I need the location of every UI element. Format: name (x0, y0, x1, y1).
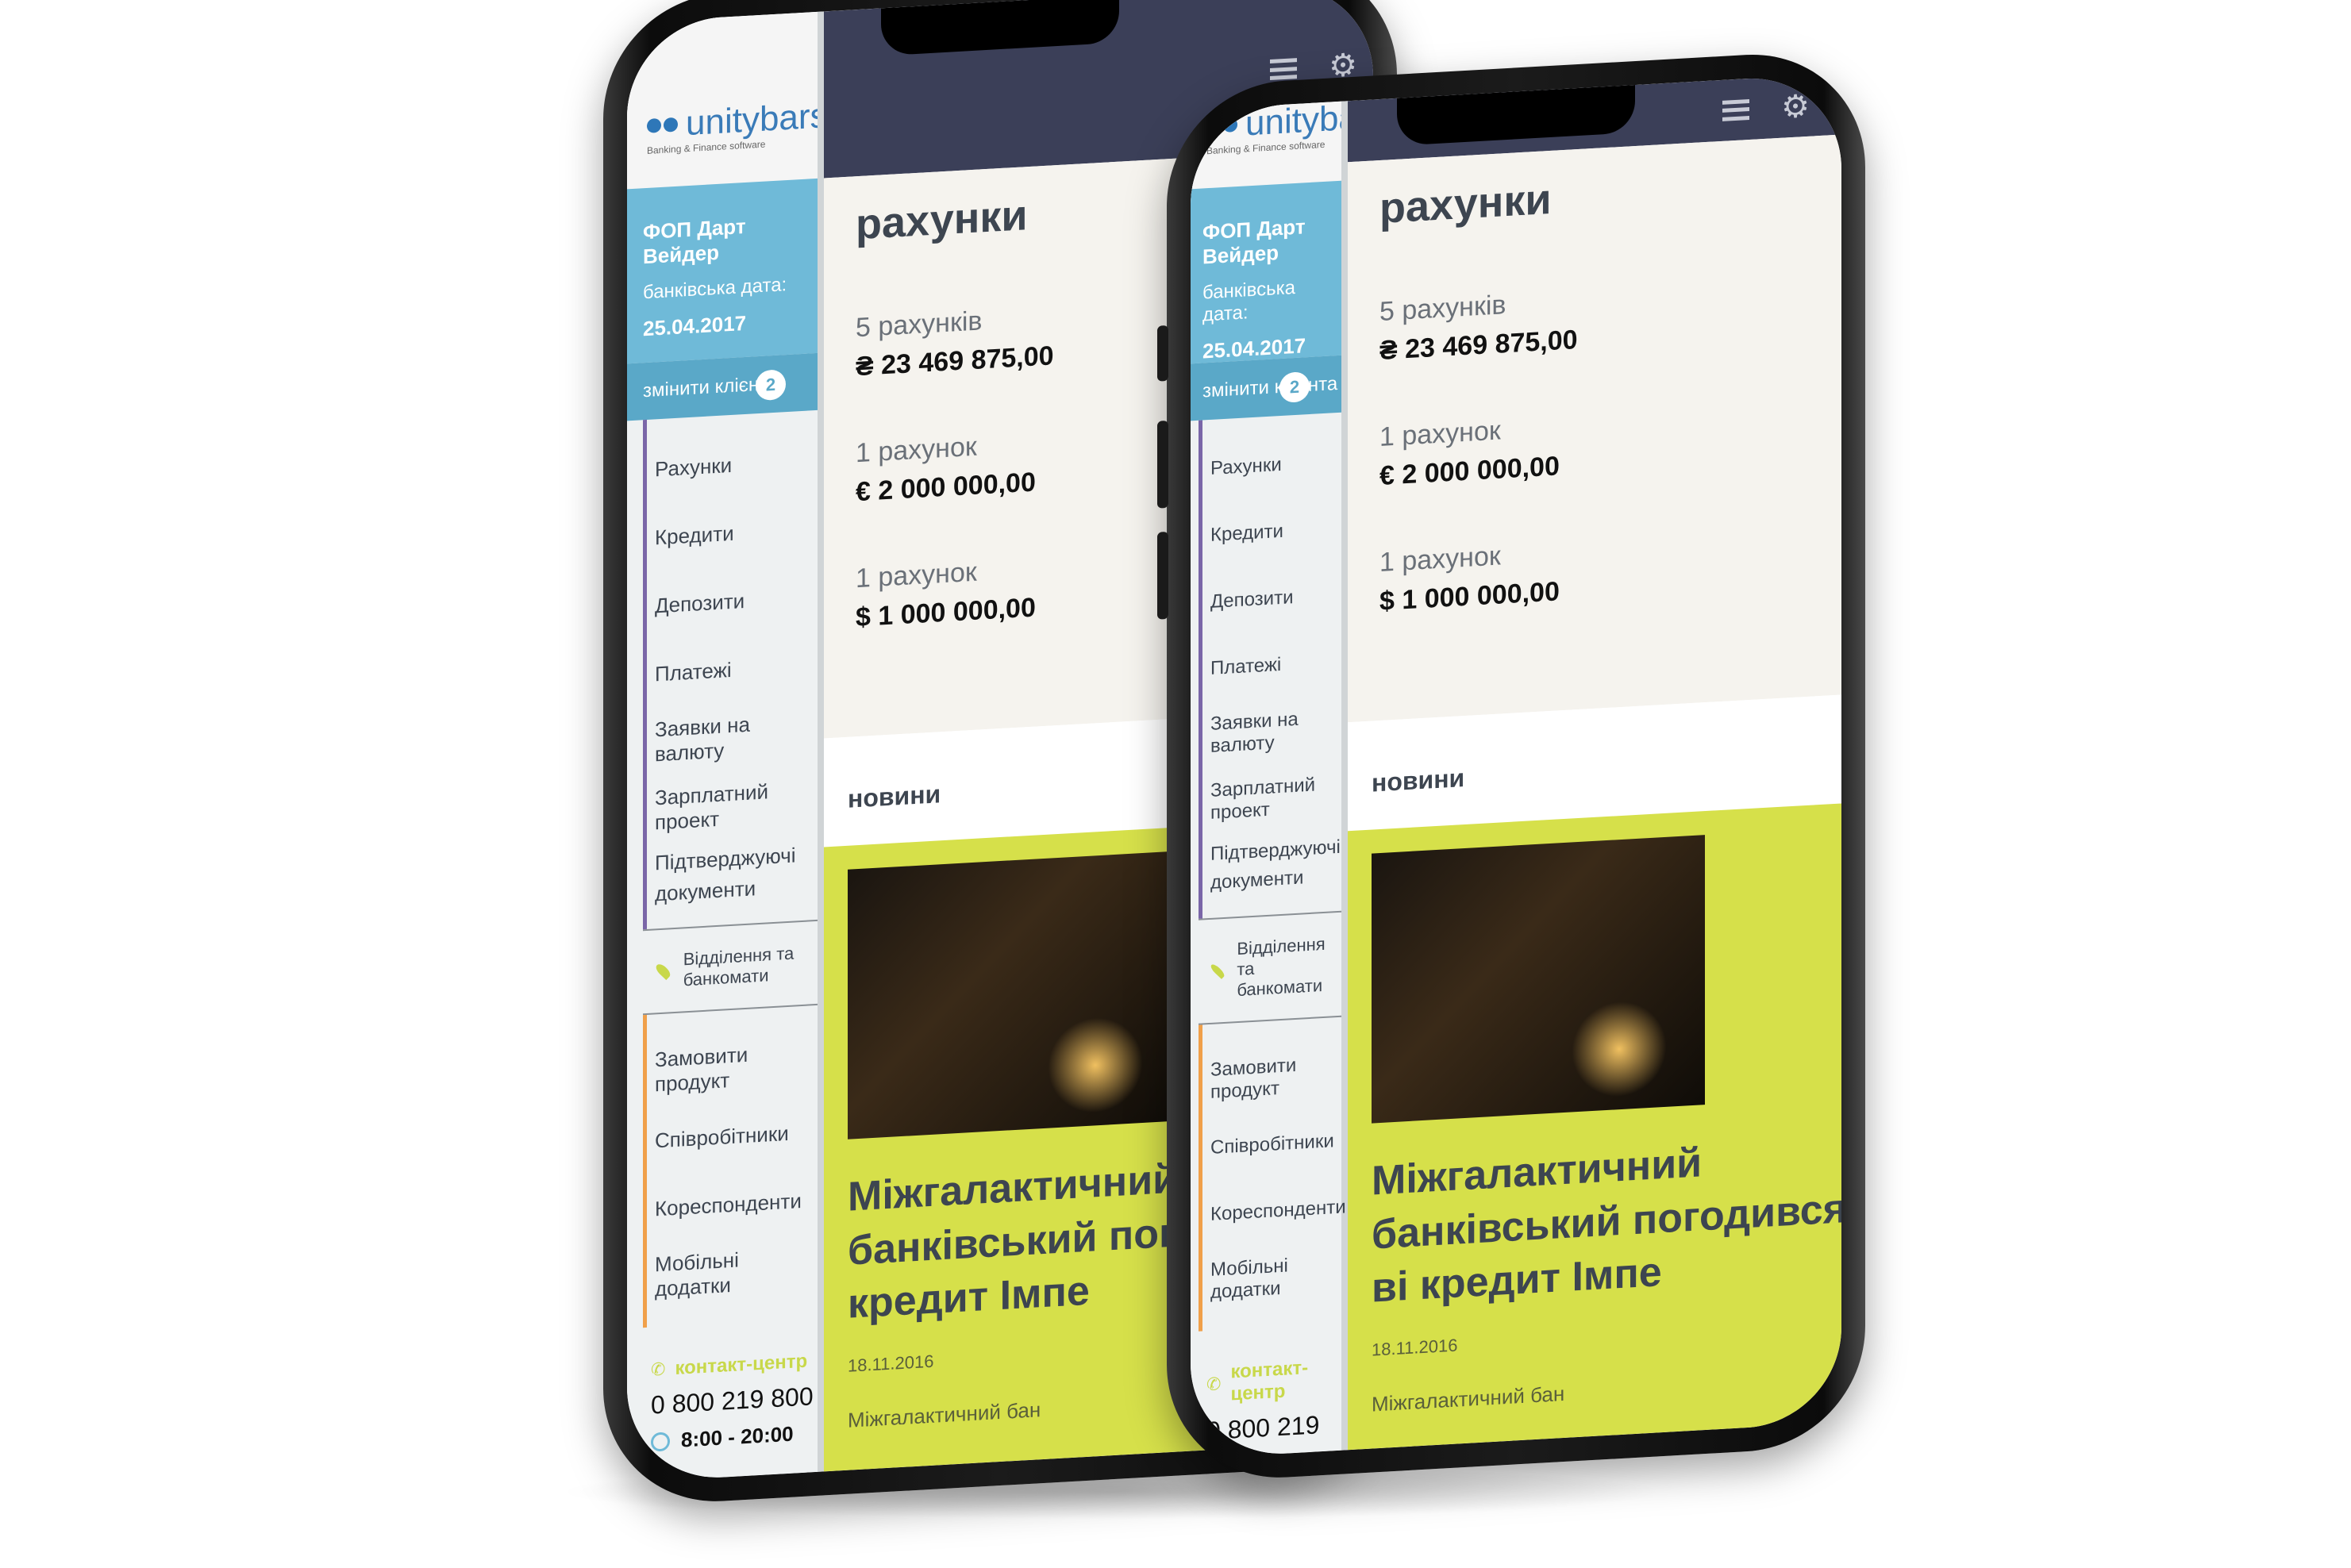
bank-date-label: банківська дата: (643, 274, 787, 304)
phone-mockup-right: unitybars Banking & Finance software ФОП… (1157, 48, 1865, 1484)
secondary-nav: Замовити продукт Співробітники Кореспонд… (627, 1005, 818, 1343)
contact-center: ✆ контакт-центр 0 800 219 800 8:00 - 20:… (1191, 1324, 1341, 1458)
contact-phone[interactable]: 0 800 219 800 (1206, 1409, 1341, 1458)
nav-item-documents[interactable]: Підтверджуючі документи (655, 836, 818, 913)
nav-item-currency-requests[interactable]: Заявки на валюту (1210, 695, 1341, 769)
news-date: 18.11.2016 (1372, 1335, 1458, 1360)
nav-item-payments[interactable]: Платежі (655, 631, 818, 708)
change-client-label: змінити клієнта (1202, 372, 1338, 402)
nav-item-payments[interactable]: Платежі (1210, 628, 1341, 702)
main-nav: Рахунки Кредити Депозити Платежі Заявки … (1191, 413, 1341, 934)
contact-hours-row: 8:00 - 20:00 (651, 1420, 818, 1455)
nav-item-credits[interactable]: Кредити (655, 494, 818, 571)
news-image (848, 851, 1181, 1139)
nav-item-salary-project[interactable]: Зарплатний проект (1210, 762, 1341, 836)
client-count-badge: 2 (756, 369, 786, 402)
contact-hours: 8:00 - 20:00 (681, 1421, 794, 1452)
news-excerpt: Міжгалактичний бан (1372, 1381, 1565, 1416)
sidebar: unitybars Banking & Finance software ФОП… (1191, 96, 1387, 1459)
phone-icon: ✆ (1206, 1374, 1222, 1395)
location-pin-icon (1209, 962, 1226, 979)
nav-item-correspondents[interactable]: Кореспонденти (655, 1166, 818, 1243)
clock-icon (651, 1431, 670, 1452)
nav-accent (1199, 420, 1202, 919)
client-count-badge: 2 (1279, 371, 1310, 404)
bank-date: 25.04.2017 (643, 310, 747, 341)
nav-item-deposits[interactable]: Депозити (1210, 562, 1341, 636)
client-info: ФОП Дарт Вейдер банківська дата: 25.04.2… (627, 178, 818, 379)
nav-item-currency-requests[interactable]: Заявки на валюту (655, 699, 818, 776)
branches-label: Відділення та банкомати (683, 943, 795, 990)
location-pin-icon (653, 962, 672, 981)
nav-item-employees[interactable]: Співробітники (655, 1097, 818, 1174)
mute-switch (1157, 325, 1168, 382)
nav-item-salary-project[interactable]: Зарплатний проект (655, 767, 818, 844)
accounts-panel: рахунки 5 рахунків ₴ 23 469 875,00 1 рах… (1348, 133, 1841, 723)
branches-link[interactable]: Відділення та банкомати (1199, 910, 1341, 1025)
volume-button (1157, 531, 1168, 620)
phone-screen: unitybars Banking & Finance software ФОП… (1191, 73, 1841, 1459)
client-name: ФОП Дарт Вейдер (643, 213, 746, 269)
gear-icon[interactable]: ⚙ (1781, 88, 1810, 125)
sidebar: unitybars Banking & Finance software ФОП… (627, 11, 828, 1483)
nav-item-order-product[interactable]: Замовити продукт (1210, 1041, 1341, 1115)
nav-item-documents[interactable]: Підтверджуючі документи (1210, 828, 1341, 902)
branches-link[interactable]: Відділення та банкомати (643, 919, 818, 1016)
logo[interactable]: unitybars Banking & Finance software (647, 96, 828, 156)
logo-icon (1206, 117, 1237, 134)
nav-item-employees[interactable]: Співробітники (1210, 1108, 1341, 1182)
contact-center: ✆ контакт-центр 0 800 219 800 8:00 - 20:… (627, 1318, 818, 1482)
nav-item-accounts[interactable]: Рахунки (1210, 429, 1341, 502)
account-group[interactable]: 5 рахунків ₴ 23 469 875,00 (1379, 271, 1841, 367)
secondary-nav: Замовити продукт Співробітники Кореспонд… (1191, 1017, 1346, 1347)
logo-bar: unitybars Banking & Finance software (627, 11, 828, 204)
nav-item-order-product[interactable]: Замовити продукт (655, 1029, 818, 1106)
contact-label-row: ✆ контакт-центр (651, 1350, 818, 1382)
app: unitybars Banking & Finance software ФОП… (1191, 73, 1841, 1459)
hamburger-icon[interactable] (1722, 98, 1750, 121)
news-image (1372, 835, 1705, 1124)
logo-text: unitybars (686, 96, 828, 144)
nav-item-correspondents[interactable]: Кореспонденти (1210, 1174, 1346, 1248)
contact-label: контакт-центр (675, 1350, 808, 1379)
nav-item-mobile-apps[interactable]: Мобільні додатки (1210, 1241, 1341, 1315)
nav-accent-secondary (1199, 1024, 1202, 1332)
news-card[interactable]: Міжгалактичний банківський погодився ві … (1348, 802, 1841, 1451)
news-title[interactable]: Міжгалактичний банківський погодився ві … (1372, 1128, 1841, 1316)
logo-icon (647, 117, 678, 133)
client-name: ФОП Дарт Вейдер (1202, 214, 1306, 269)
bank-date-label: банківська дата: (1202, 276, 1295, 326)
nav-accent-secondary (643, 1014, 647, 1328)
volume-button (1157, 420, 1168, 509)
accounts-title: рахунки (1379, 175, 1552, 233)
hamburger-icon[interactable] (1270, 58, 1298, 81)
branches-label: Відділення та банкомати (1237, 933, 1326, 1001)
nav-accent (643, 419, 647, 930)
contact-phone[interactable]: 0 800 219 800 (651, 1382, 818, 1420)
account-group[interactable]: 1 рахунок $ 1 000 000,00 (1379, 521, 1841, 618)
client-info: ФОП Дарт Вейдер банківська дата: 25.04.2… (1191, 180, 1341, 379)
contact-label: контакт-центр (1230, 1357, 1309, 1405)
main-content: ⚙ рахунки 5 рахунків ₴ 23 469 875,00 1 р… (1341, 73, 1841, 1451)
nav-item-deposits[interactable]: Депозити (655, 563, 818, 640)
nav-item-credits[interactable]: Кредити (1210, 495, 1341, 569)
phone-icon: ✆ (651, 1359, 666, 1380)
nav-item-accounts[interactable]: Рахунки (655, 426, 818, 503)
main-nav: Рахунки Кредити Депозити Платежі Заявки … (627, 410, 818, 944)
account-group[interactable]: 1 рахунок € 2 000 000,00 (1379, 396, 1841, 493)
nav-item-mobile-apps[interactable]: Мобільні додатки (655, 1234, 818, 1311)
contact-label-row: ✆ контакт-центр (1206, 1355, 1341, 1408)
